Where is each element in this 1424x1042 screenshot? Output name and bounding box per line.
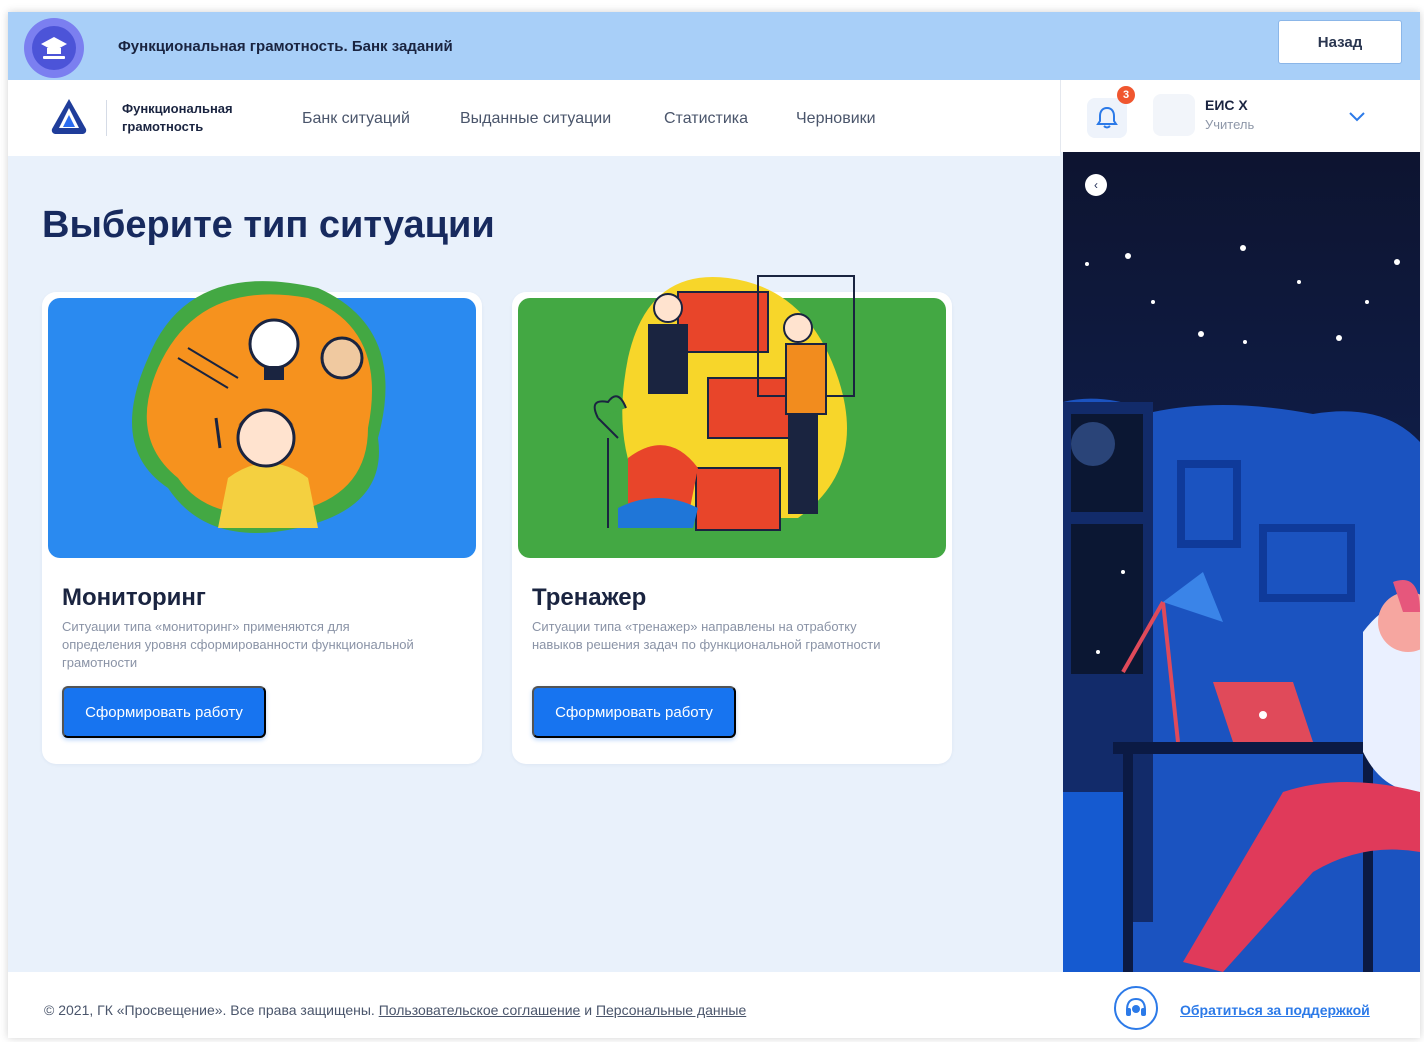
bell-icon[interactable]: [1087, 98, 1127, 138]
nav-item-drafts[interactable]: Черновики: [796, 110, 876, 128]
user-role: Учитель: [1205, 117, 1255, 132]
brand-logo-icon[interactable]: [48, 96, 90, 138]
card-trainer-description: Ситуации типа «тренажер» направлены на о…: [532, 619, 881, 652]
page-title: Выберите тип ситуации: [42, 204, 495, 246]
chevron-down-icon[interactable]: [1345, 104, 1369, 128]
nav-item-situation-bank[interactable]: Банк ситуаций: [302, 110, 410, 128]
night-scene-image: [1063, 245, 1420, 972]
app-window: Функциональная грамотность. Банк заданий…: [8, 12, 1420, 1038]
side-illustration: ‹: [1063, 152, 1420, 972]
notification-badge: 3: [1117, 86, 1135, 104]
footer-copyright: © 2021, ГК «Просвещение». Все права защи…: [44, 1002, 746, 1018]
app-title: Функциональная грамотность. Банк заданий: [118, 38, 453, 55]
create-work-button[interactable]: Сформировать работу: [532, 686, 736, 738]
avatar[interactable]: [1153, 94, 1195, 136]
user-name: ЕИС Х: [1205, 97, 1248, 113]
support-link[interactable]: Обратиться за поддержкой: [1180, 1002, 1370, 1018]
brand-name-line1: Функциональная: [122, 101, 233, 116]
brand-name: Функциональная грамотность: [122, 100, 262, 136]
back-button[interactable]: Назад: [1278, 20, 1402, 64]
card-monitoring-title: Мониторинг: [62, 584, 206, 611]
card-trainer-illustration: [518, 275, 946, 558]
nav-item-statistics[interactable]: Статистика: [664, 110, 748, 128]
personal-data-link[interactable]: Персональные данные: [596, 1002, 746, 1018]
support-headset-icon[interactable]: [1114, 986, 1158, 1030]
footer-and: и: [584, 1002, 593, 1018]
user-agreement-link[interactable]: Пользовательское соглашение: [379, 1002, 581, 1018]
app-logo-icon: [24, 18, 84, 78]
card-trainer: Тренажер Ситуации типа «тренажер» направ…: [512, 275, 952, 764]
create-work-button[interactable]: Сформировать работу: [62, 686, 266, 738]
nav-item-issued-situations[interactable]: Выданные ситуации: [460, 110, 611, 128]
card-trainer-title: Тренажер: [532, 584, 647, 611]
card-monitoring-description: Ситуации типа «мониторинг» применяются д…: [62, 619, 414, 670]
brand-divider: [106, 100, 107, 136]
copyright-text: © 2021, ГК «Просвещение». Все права защи…: [44, 1002, 375, 1018]
card-monitoring: Мониторинг Ситуации типа «мониторинг» пр…: [42, 281, 482, 764]
top-bar: Функциональная грамотность. Банк заданий…: [8, 12, 1420, 80]
brand-name-line2: грамотность: [122, 119, 204, 134]
main-nav: Функциональная грамотность Банк ситуаций…: [8, 80, 1060, 156]
card-monitoring-illustration: [48, 281, 476, 558]
user-panel: 3 ЕИС Х Учитель: [1060, 80, 1420, 152]
footer: © 2021, ГК «Просвещение». Все права защи…: [8, 972, 1420, 1038]
